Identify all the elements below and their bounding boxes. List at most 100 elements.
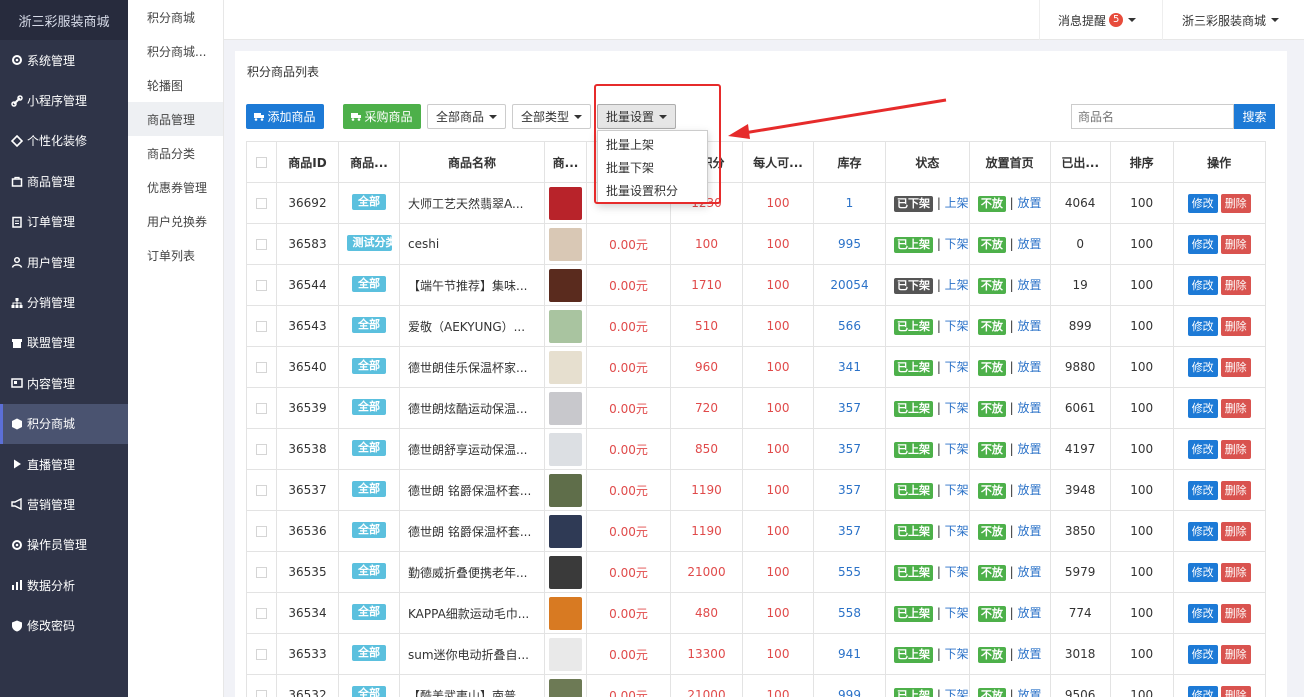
place-homepage-link[interactable]: 放置	[1018, 360, 1042, 374]
toggle-shelf-link[interactable]: 下架	[945, 647, 969, 661]
subnav-item-6[interactable]: 用户兑换券	[128, 204, 223, 238]
sidebar-item-14[interactable]: 修改密码	[0, 605, 128, 645]
delete-button[interactable]: 删除	[1220, 316, 1251, 336]
place-homepage-link[interactable]: 放置	[1018, 524, 1042, 538]
toggle-shelf-link[interactable]: 下架	[945, 360, 969, 374]
row-checkbox[interactable]	[256, 444, 267, 455]
search-button[interactable]: 搜索	[1234, 104, 1275, 129]
all-goods-select[interactable]: 全部商品	[427, 104, 506, 129]
subnav-item-1[interactable]: 积分商城...	[128, 34, 223, 68]
row-checkbox[interactable]	[256, 321, 267, 332]
stock[interactable]: 999	[813, 674, 886, 697]
stock[interactable]: 566	[813, 305, 886, 347]
place-homepage-link[interactable]: 放置	[1018, 278, 1042, 292]
place-homepage-link[interactable]: 放置	[1018, 237, 1042, 251]
toggle-shelf-link[interactable]: 上架	[945, 196, 969, 210]
stock[interactable]: 1	[813, 182, 886, 224]
row-checkbox[interactable]	[256, 280, 267, 291]
edit-button[interactable]: 修改	[1187, 644, 1218, 664]
sidebar-item-9[interactable]: 积分商城	[0, 403, 128, 444]
stock[interactable]: 558	[813, 592, 886, 634]
place-homepage-link[interactable]: 放置	[1018, 565, 1042, 579]
edit-button[interactable]: 修改	[1187, 275, 1218, 295]
sidebar-item-5[interactable]: 用户管理	[0, 242, 128, 282]
edit-button[interactable]: 修改	[1187, 234, 1218, 254]
delete-button[interactable]: 删除	[1220, 603, 1251, 623]
edit-button[interactable]: 修改	[1187, 521, 1218, 541]
edit-button[interactable]: 修改	[1187, 685, 1218, 697]
stock[interactable]: 995	[813, 223, 886, 265]
row-checkbox[interactable]	[256, 239, 267, 250]
sidebar-item-6[interactable]: 分销管理	[0, 282, 128, 322]
edit-button[interactable]: 修改	[1187, 316, 1218, 336]
toggle-shelf-link[interactable]: 下架	[945, 565, 969, 579]
stock[interactable]: 941	[813, 633, 886, 675]
menu-item-batch-on-shelf[interactable]: 批量上架	[598, 134, 707, 157]
search-input[interactable]	[1071, 104, 1234, 129]
sidebar-item-2[interactable]: 个性化装修	[0, 121, 128, 161]
stock[interactable]: 555	[813, 551, 886, 593]
row-checkbox[interactable]	[256, 690, 267, 697]
row-checkbox[interactable]	[256, 608, 267, 619]
stock[interactable]: 341	[813, 346, 886, 388]
sidebar-item-1[interactable]: 小程序管理	[0, 80, 128, 120]
add-goods-button[interactable]: 添加商品	[246, 104, 324, 129]
all-types-select[interactable]: 全部类型	[512, 104, 591, 129]
sidebar-item-0[interactable]: 系统管理	[0, 40, 128, 80]
toggle-shelf-link[interactable]: 下架	[945, 524, 969, 538]
delete-button[interactable]: 删除	[1220, 480, 1251, 500]
place-homepage-link[interactable]: 放置	[1018, 606, 1042, 620]
edit-button[interactable]: 修改	[1187, 398, 1218, 418]
edit-button[interactable]: 修改	[1187, 357, 1218, 377]
sidebar-item-3[interactable]: 商品管理	[0, 161, 128, 201]
delete-button[interactable]: 删除	[1220, 357, 1251, 377]
place-homepage-link[interactable]: 放置	[1018, 688, 1042, 697]
edit-button[interactable]: 修改	[1187, 480, 1218, 500]
delete-button[interactable]: 删除	[1220, 521, 1251, 541]
edit-button[interactable]: 修改	[1187, 603, 1218, 623]
delete-button[interactable]: 删除	[1220, 562, 1251, 582]
sidebar-item-4[interactable]: 订单管理	[0, 202, 128, 242]
row-checkbox[interactable]	[256, 649, 267, 660]
edit-button[interactable]: 修改	[1187, 193, 1218, 213]
subnav-item-3[interactable]: 商品管理	[128, 102, 223, 136]
stock[interactable]: 357	[813, 428, 886, 470]
place-homepage-link[interactable]: 放置	[1018, 196, 1042, 210]
toggle-shelf-link[interactable]: 下架	[945, 319, 969, 333]
row-checkbox[interactable]	[256, 485, 267, 496]
sidebar-item-13[interactable]: 数据分析	[0, 565, 128, 605]
subnav-item-4[interactable]: 商品分类	[128, 136, 223, 170]
delete-button[interactable]: 删除	[1220, 439, 1251, 459]
delete-button[interactable]: 删除	[1220, 193, 1251, 213]
place-homepage-link[interactable]: 放置	[1018, 442, 1042, 456]
delete-button[interactable]: 删除	[1220, 234, 1251, 254]
toggle-shelf-link[interactable]: 下架	[945, 688, 969, 697]
sidebar-item-7[interactable]: 联盟管理	[0, 323, 128, 363]
row-checkbox[interactable]	[256, 362, 267, 373]
delete-button[interactable]: 删除	[1220, 685, 1251, 697]
sidebar-item-12[interactable]: 操作员管理	[0, 525, 128, 565]
messages-dropdown[interactable]: 消息提醒 5	[1039, 0, 1162, 40]
edit-button[interactable]: 修改	[1187, 562, 1218, 582]
stock[interactable]: 20054	[813, 264, 886, 306]
subnav-item-0[interactable]: 积分商城	[128, 0, 223, 34]
purchase-goods-button[interactable]: 采购商品	[343, 104, 421, 129]
app-logo[interactable]: 浙三彩服装商城	[0, 0, 128, 40]
menu-item-batch-off-shelf[interactable]: 批量下架	[598, 157, 707, 180]
row-checkbox[interactable]	[256, 198, 267, 209]
stock[interactable]: 357	[813, 469, 886, 511]
place-homepage-link[interactable]: 放置	[1018, 647, 1042, 661]
subnav-item-5[interactable]: 优惠券管理	[128, 170, 223, 204]
toggle-shelf-link[interactable]: 下架	[945, 442, 969, 456]
delete-button[interactable]: 删除	[1220, 398, 1251, 418]
sidebar-item-8[interactable]: 内容管理	[0, 363, 128, 403]
toggle-shelf-link[interactable]: 下架	[945, 401, 969, 415]
place-homepage-link[interactable]: 放置	[1018, 319, 1042, 333]
menu-item-batch-set-points[interactable]: 批量设置积分	[598, 180, 707, 203]
column-header[interactable]	[246, 141, 277, 183]
sidebar-item-11[interactable]: 营销管理	[0, 484, 128, 524]
place-homepage-link[interactable]: 放置	[1018, 483, 1042, 497]
row-checkbox[interactable]	[256, 567, 267, 578]
row-checkbox[interactable]	[256, 526, 267, 537]
row-checkbox[interactable]	[256, 403, 267, 414]
